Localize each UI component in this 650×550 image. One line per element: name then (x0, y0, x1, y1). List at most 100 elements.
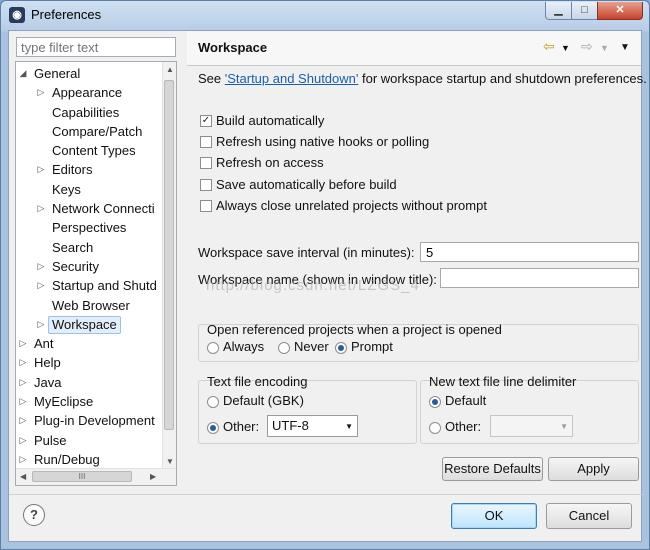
tree-horizontal-scroll-thumb[interactable]: III (32, 471, 132, 482)
tree-list: ◢ General ▷ Appearance Capabilities Compare/P… (16, 64, 166, 469)
tree-item[interactable]: Search (16, 238, 166, 257)
tree-item[interactable]: ▷ Network Connecti (16, 199, 166, 218)
save-interval-input[interactable] (420, 242, 639, 262)
open-projects-title: Open referenced projects when a project … (207, 322, 502, 337)
back-menu-chevron-icon[interactable]: ▼ (561, 43, 570, 53)
text-encoding-group: Text file encoding Default (GBK) Other: … (198, 374, 417, 444)
expand-icon[interactable]: ▷ (18, 450, 28, 469)
checkbox-label: Refresh on access (216, 155, 324, 170)
expand-icon[interactable]: ▷ (36, 83, 46, 102)
minimize-button[interactable]: ▁ (545, 2, 572, 20)
tree-vertical-scroll-thumb[interactable] (164, 80, 174, 430)
forward-arrow-icon[interactable]: ⇨ (581, 38, 593, 55)
page-title: Workspace (198, 40, 268, 55)
tree-item-label: Keys (52, 181, 81, 197)
tree-item[interactable]: ▷ Startup and Shutd (16, 276, 166, 295)
expand-icon[interactable]: ▷ (18, 353, 28, 372)
checkbox-box[interactable] (200, 136, 212, 148)
encoding-select[interactable]: UTF-8 ▼ (267, 415, 358, 437)
radio-circle[interactable] (429, 396, 441, 408)
tree-item[interactable]: Compare/Patch (16, 122, 166, 141)
tree-item[interactable]: ▷ Security (16, 257, 166, 276)
tree-item[interactable]: ▷ Ant (16, 334, 166, 353)
radio-circle[interactable] (278, 342, 290, 354)
tree-item-label: Editors (52, 162, 93, 178)
tree-item-label: MyEclipse (34, 394, 94, 410)
cancel-button[interactable]: Cancel (546, 503, 632, 529)
radio-circle[interactable] (207, 422, 219, 434)
radio-circle[interactable] (207, 342, 219, 354)
help-icon[interactable]: ? (23, 504, 45, 526)
watermark: http://blog.csdn.net/LZGS_4 (206, 277, 420, 294)
tree-item[interactable]: ▷ Run/Debug (16, 450, 166, 469)
expand-icon[interactable]: ▷ (18, 373, 28, 392)
tree-item-label: Compare/Patch (52, 123, 143, 139)
radio-label: Other: (223, 419, 260, 434)
scroll-right-icon[interactable]: ▶ (150, 472, 156, 481)
startup-shutdown-link[interactable]: 'Startup and Shutdown' (225, 71, 359, 86)
startup-link-text: See 'Startup and Shutdown' for workspace… (198, 71, 647, 86)
tree-item[interactable]: ▷ MyEclipse (16, 392, 166, 411)
tree-item[interactable]: Content Types (16, 141, 166, 160)
tree-vertical-scrollbar[interactable]: ▲ ▼ (162, 62, 176, 469)
save-interval-label: Workspace save interval (in minutes): (198, 245, 415, 260)
radio-circle[interactable] (335, 342, 347, 354)
scroll-up-icon[interactable]: ▲ (166, 65, 174, 74)
radio-label: Default (445, 393, 487, 408)
chevron-down-icon[interactable]: ▼ (560, 422, 568, 431)
expand-icon[interactable]: ▷ (36, 257, 46, 276)
checkbox-box[interactable]: ✓ (200, 115, 212, 127)
delimiter-select[interactable]: ▼ (490, 415, 573, 437)
workspace-name-input[interactable] (440, 268, 639, 288)
scroll-down-icon[interactable]: ▼ (166, 457, 174, 466)
scroll-left-icon[interactable]: ◀ (20, 472, 26, 481)
back-arrow-icon[interactable]: ⇦ (543, 38, 555, 55)
ok-button[interactable]: OK (451, 503, 537, 529)
view-menu-icon[interactable]: ▼ (620, 42, 630, 53)
tree-item[interactable]: ▷ Plug-in Development (16, 411, 166, 430)
window-title: Preferences (31, 7, 102, 22)
tree-item-label: Java (34, 374, 62, 390)
tree-item[interactable]: Web Browser (16, 296, 166, 315)
expand-icon[interactable]: ▷ (36, 276, 46, 295)
tree-item[interactable]: ▷ Appearance (16, 83, 166, 102)
collapse-icon[interactable]: ◢ (18, 64, 28, 83)
chevron-down-icon[interactable]: ▼ (345, 422, 353, 431)
expand-icon[interactable]: ▷ (36, 315, 46, 334)
restore-defaults-button[interactable]: Restore Defaults (442, 457, 543, 481)
tree-item[interactable]: ▷ Workspace (16, 315, 166, 334)
tree-item[interactable]: ▷ Help (16, 353, 166, 372)
close-button[interactable]: ✕ (597, 2, 643, 20)
expand-icon[interactable]: ▷ (18, 334, 28, 353)
page-header: Workspace ⇦ ▼ ⇨ ▼ ▼ (187, 31, 641, 66)
checkbox-box[interactable] (200, 179, 212, 191)
radio-label: Other: (445, 419, 482, 434)
checkbox-box[interactable] (200, 157, 212, 169)
tree-item[interactable]: Keys (16, 180, 166, 199)
expand-icon[interactable]: ▷ (18, 392, 28, 411)
expand-icon[interactable]: ▷ (18, 431, 28, 450)
expand-icon[interactable]: ▷ (36, 160, 46, 179)
tree-item[interactable]: ◢ General (16, 64, 166, 83)
title-bar[interactable]: ◉ Preferences ▁ □ ✕ (1, 1, 649, 29)
maximize-button[interactable]: □ (571, 2, 598, 20)
tree-item[interactable]: Capabilities (16, 103, 166, 122)
tree-horizontal-scrollbar[interactable]: ◀ III ▶ (16, 468, 176, 485)
apply-button[interactable]: Apply (548, 457, 639, 481)
expand-icon[interactable]: ▷ (18, 411, 28, 430)
tree-item[interactable]: Perspectives (16, 218, 166, 237)
expand-icon[interactable]: ▷ (36, 199, 46, 218)
tree-item[interactable]: ▷ Java (16, 373, 166, 392)
footer-separator (9, 494, 643, 495)
checkbox-box[interactable] (200, 200, 212, 212)
filter-input[interactable] (16, 37, 176, 57)
see-suffix: for workspace startup and shutdown prefe… (358, 71, 647, 86)
radio-circle[interactable] (429, 422, 441, 434)
text-encoding-title: Text file encoding (207, 374, 308, 389)
radio-label: Default (GBK) (223, 393, 304, 408)
forward-menu-chevron-icon[interactable]: ▼ (600, 43, 609, 53)
tree-item[interactable]: ▷ Pulse (16, 431, 166, 450)
tree-item[interactable]: ▷ Editors (16, 160, 166, 179)
radio-circle[interactable] (207, 396, 219, 408)
see-prefix: See (198, 71, 225, 86)
